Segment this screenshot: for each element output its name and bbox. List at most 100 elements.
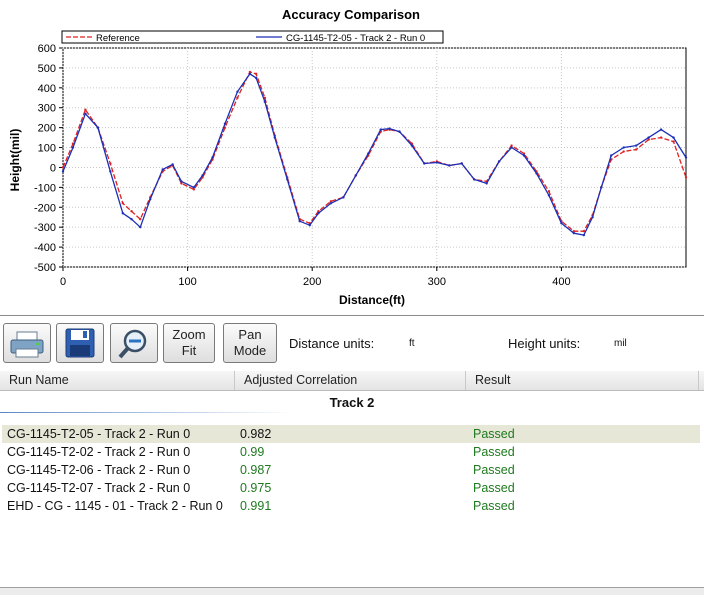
data-point[interactable] bbox=[354, 174, 358, 177]
data-point[interactable] bbox=[248, 72, 252, 76]
table-row[interactable]: CG-1145-T2-06 - Track 2 - Run 0 0.987 Pass… bbox=[2, 461, 700, 479]
table-row[interactable]: EHD - CG - 1145 - 01 - Track 2 - Run 0 0.… bbox=[2, 497, 700, 515]
data-point[interactable] bbox=[672, 136, 675, 139]
data-point[interactable] bbox=[485, 182, 488, 185]
data-point[interactable] bbox=[273, 136, 277, 139]
data-point[interactable] bbox=[263, 100, 267, 103]
data-point[interactable] bbox=[121, 212, 125, 215]
data-point[interactable] bbox=[149, 198, 152, 201]
data-point[interactable] bbox=[634, 148, 638, 151]
data-point[interactable] bbox=[582, 233, 586, 237]
data-point[interactable] bbox=[211, 156, 214, 159]
table-row[interactable]: CG-1145-T2-02 - Track 2 - Run 0 0.99 Passe… bbox=[2, 443, 700, 461]
data-point[interactable] bbox=[684, 156, 688, 159]
data-point[interactable] bbox=[448, 164, 451, 167]
group-title-track[interactable]: Track 2 bbox=[0, 395, 704, 410]
data-point[interactable] bbox=[367, 152, 370, 155]
plot-area[interactable] bbox=[62, 47, 687, 268]
column-header-result[interactable]: Result bbox=[466, 371, 699, 390]
magnifier-icon bbox=[118, 329, 147, 359]
data-point[interactable] bbox=[672, 140, 675, 143]
column-header-adjusted-correlation[interactable]: Adjusted Correlation bbox=[235, 371, 466, 390]
run-name-cell: CG-1145-T2-05 - Track 2 - Run 0 bbox=[7, 427, 191, 441]
data-point[interactable] bbox=[180, 180, 183, 183]
run-name-cell: CG-1145-T2-02 - Track 2 - Run 0 bbox=[7, 445, 191, 459]
data-point[interactable] bbox=[84, 108, 87, 111]
run-name-cell: EHD - CG - 1145 - 01 - Track 2 - Run 0 bbox=[7, 499, 223, 513]
data-point[interactable] bbox=[535, 172, 538, 175]
data-point[interactable] bbox=[572, 231, 576, 235]
data-point[interactable] bbox=[472, 178, 476, 181]
x-tick-label: 300 bbox=[428, 276, 446, 288]
data-point[interactable] bbox=[398, 130, 401, 133]
data-point[interactable] bbox=[96, 126, 100, 129]
data-point[interactable] bbox=[171, 163, 174, 166]
data-point[interactable] bbox=[497, 160, 501, 163]
column-header-run-name[interactable]: Run Name bbox=[0, 371, 235, 390]
data-point[interactable] bbox=[610, 154, 613, 157]
pan-mode-button[interactable]: Pan Mode bbox=[223, 323, 277, 363]
data-point[interactable] bbox=[254, 76, 258, 80]
data-point[interactable] bbox=[634, 144, 638, 147]
data-point[interactable] bbox=[109, 162, 112, 165]
data-point[interactable] bbox=[201, 174, 204, 177]
pan-mode-label-1: Pan bbox=[238, 327, 262, 342]
data-point[interactable] bbox=[659, 128, 663, 131]
data-point[interactable] bbox=[547, 194, 551, 197]
chart-toolbar-separator bbox=[0, 315, 704, 316]
data-point[interactable] bbox=[286, 178, 289, 181]
save-button[interactable] bbox=[56, 323, 104, 363]
data-point[interactable] bbox=[317, 212, 320, 215]
data-point[interactable] bbox=[84, 112, 87, 115]
y-tick-label: 300 bbox=[38, 103, 56, 115]
y-tick-label: 0 bbox=[50, 162, 56, 174]
zoom-fit-label-2: Fit bbox=[181, 343, 197, 358]
data-point[interactable] bbox=[109, 170, 112, 173]
data-point[interactable] bbox=[342, 196, 345, 199]
data-point[interactable] bbox=[130, 210, 133, 213]
data-point[interactable] bbox=[379, 128, 382, 131]
data-point[interactable] bbox=[139, 218, 142, 221]
data-point[interactable] bbox=[659, 136, 663, 139]
data-point[interactable] bbox=[435, 161, 438, 164]
data-point[interactable] bbox=[298, 220, 301, 223]
table-row[interactable]: CG-1145-T2-07 - Track 2 - Run 0 0.975 Pass… bbox=[2, 479, 700, 497]
data-point[interactable] bbox=[223, 122, 227, 125]
data-point[interactable] bbox=[600, 186, 603, 189]
data-point[interactable] bbox=[329, 202, 333, 205]
y-tick-label: 100 bbox=[38, 143, 56, 155]
data-point[interactable] bbox=[460, 162, 463, 165]
data-point[interactable] bbox=[308, 223, 311, 227]
result-cell: Passed bbox=[473, 463, 515, 477]
data-point[interactable] bbox=[139, 225, 142, 229]
data-point[interactable] bbox=[61, 170, 65, 173]
data-point[interactable] bbox=[560, 222, 563, 225]
data-point[interactable] bbox=[591, 216, 594, 219]
data-point[interactable] bbox=[423, 162, 426, 165]
data-point[interactable] bbox=[388, 127, 391, 130]
data-point[interactable] bbox=[130, 218, 133, 221]
zoom-fit-label-1: Zoom bbox=[172, 327, 206, 342]
data-point[interactable] bbox=[236, 96, 239, 99]
zoom-button[interactable] bbox=[110, 323, 158, 363]
accuracy-chart[interactable]: -500 -400 -300 -200 -100 0 100 200 300 400 500 600 0… bbox=[0, 0, 704, 316]
data-point[interactable] bbox=[510, 146, 513, 149]
table-row[interactable]: CG-1145-T2-05 - Track 2 - Run 0 0.982 Pass… bbox=[2, 425, 700, 443]
data-point[interactable] bbox=[254, 72, 258, 76]
zoom-fit-button[interactable]: Zoom Fit bbox=[163, 323, 215, 363]
data-point[interactable] bbox=[684, 176, 688, 179]
data-point[interactable] bbox=[121, 202, 125, 205]
data-point[interactable] bbox=[622, 146, 625, 149]
data-point[interactable] bbox=[622, 150, 625, 153]
data-point[interactable] bbox=[547, 190, 551, 193]
printer-icon bbox=[10, 331, 44, 358]
result-cell: Passed bbox=[473, 427, 515, 441]
print-button[interactable] bbox=[3, 323, 51, 363]
data-point[interactable] bbox=[161, 168, 164, 171]
data-point[interactable] bbox=[192, 186, 196, 189]
data-point[interactable] bbox=[522, 154, 526, 157]
data-point[interactable] bbox=[647, 136, 650, 139]
data-point[interactable] bbox=[236, 90, 239, 94]
data-point[interactable] bbox=[410, 144, 414, 147]
data-point[interactable] bbox=[71, 146, 75, 149]
